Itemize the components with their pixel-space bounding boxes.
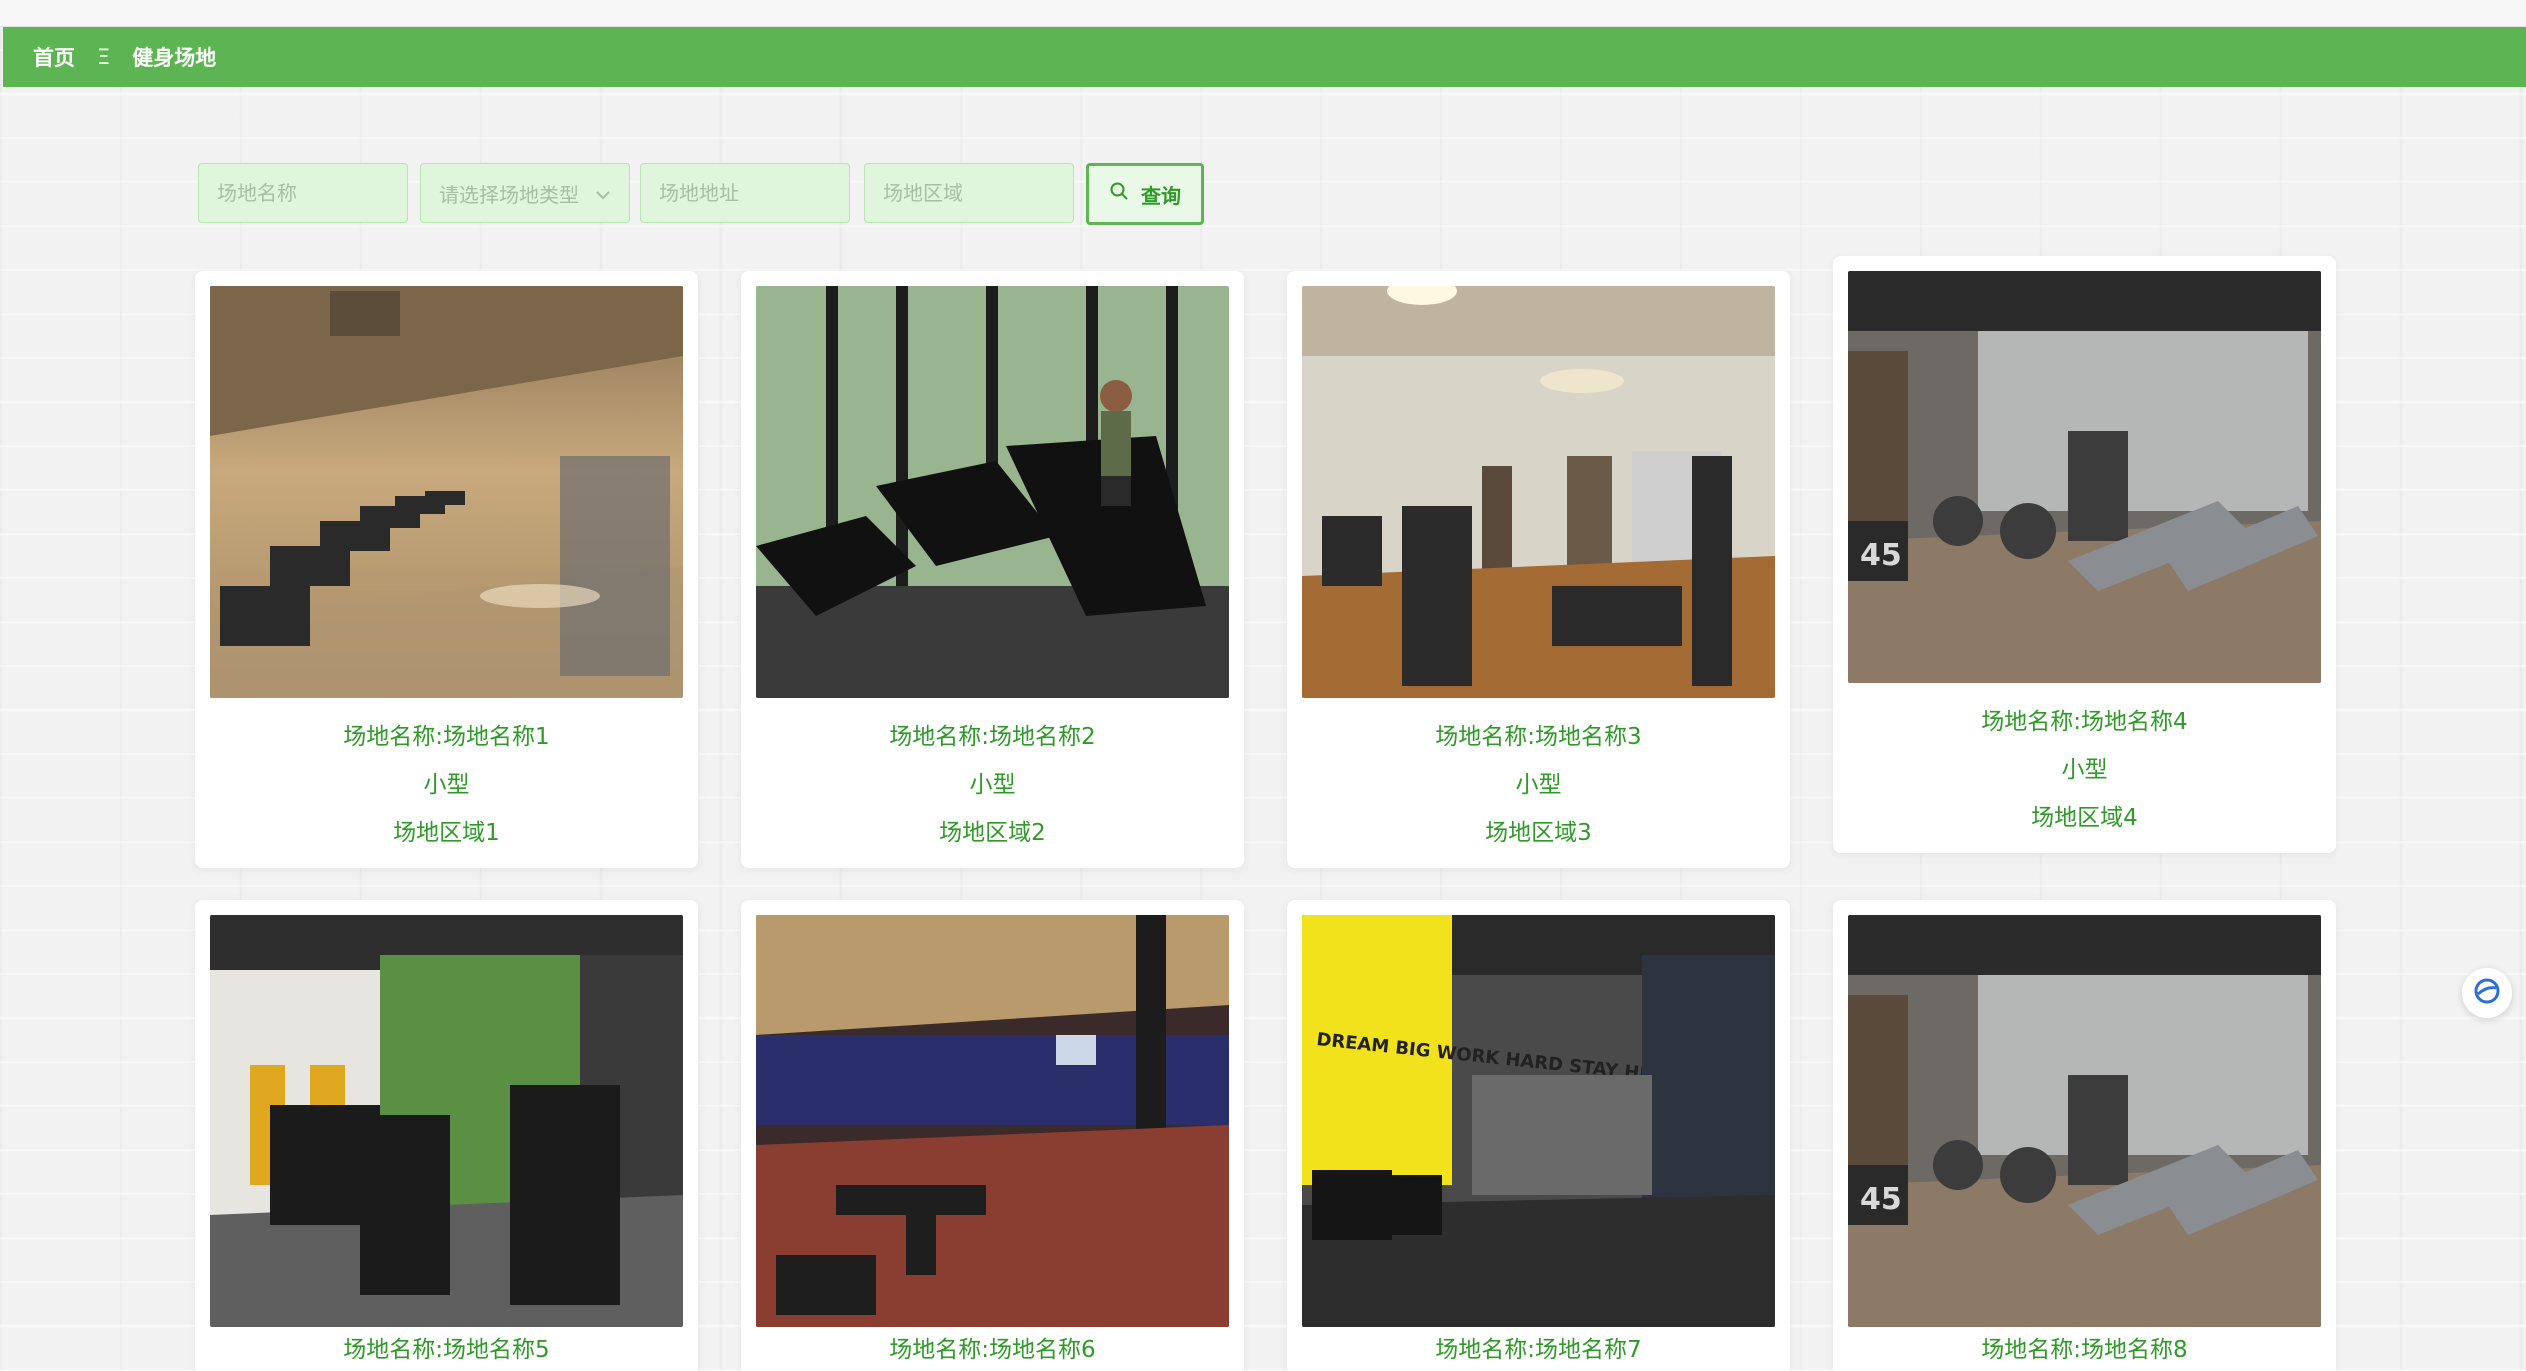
venue-card[interactable]: 场地名称:场地名称5 (195, 900, 698, 1371)
venue-card[interactable]: 场地名称:场地名称3 小型 场地区域3 (1287, 271, 1790, 868)
plate-number-text: 45 (1860, 1182, 1902, 1217)
venue-type: 小型 (1515, 772, 1562, 798)
search-icon (1109, 181, 1129, 207)
venue-photo[interactable] (210, 286, 683, 698)
venue-photo[interactable] (756, 286, 1229, 698)
venue-photo[interactable] (756, 915, 1229, 1327)
nav-separator-icon: Ξ (97, 45, 111, 69)
venue-card[interactable]: 45 场地名称:场地名称8 (1833, 900, 2336, 1371)
venue-area: 场地区域4 (2031, 805, 2138, 831)
venue-address-input[interactable] (640, 163, 850, 223)
venue-name[interactable]: 场地名称:场地名称7 (1287, 1330, 1790, 1364)
venue-name[interactable]: 场地名称:场地名称6 (741, 1330, 1244, 1364)
venue-photo[interactable] (210, 915, 683, 1327)
venue-name[interactable]: 场地名称:场地名称5 (195, 1330, 698, 1364)
venue-name[interactable]: 场地名称:场地名称3 (1287, 717, 1790, 751)
venue-area: 场地区域3 (1485, 820, 1592, 846)
chevron-down-icon (595, 181, 611, 205)
venue-name[interactable]: 场地名称:场地名称4 (1833, 702, 2336, 736)
floating-assistant-button[interactable] (2462, 968, 2512, 1018)
venue-area: 场地区域2 (939, 820, 1046, 846)
venue-photo[interactable]: 45 (1848, 915, 2321, 1327)
assistant-icon (2472, 976, 2502, 1010)
browser-top-strip (0, 0, 2526, 27)
venue-photo[interactable]: 45 (1848, 271, 2321, 683)
venue-type: 小型 (2061, 757, 2108, 783)
nav-home-link[interactable]: 首页 (33, 42, 75, 72)
venue-card[interactable]: 场地名称:场地名称2 小型 场地区域2 (741, 271, 1244, 868)
venue-type-placeholder: 请选择场地类型 (439, 182, 579, 207)
venue-photo[interactable] (1302, 286, 1775, 698)
venue-name[interactable]: 场地名称:场地名称1 (195, 717, 698, 751)
venue-card[interactable]: 场地名称:场地名称6 (741, 900, 1244, 1371)
venue-type: 小型 (969, 772, 1016, 798)
venue-card[interactable]: DREAM BIG WORK HARD STAY HUMBLE 场地名称:场地名… (1287, 900, 1790, 1371)
venue-area: 场地区域1 (393, 820, 500, 846)
plate-number-text: 45 (1860, 538, 1902, 573)
venue-name-input[interactable] (198, 163, 408, 223)
venue-card[interactable]: 45 场地名称:场地名称4 小型 场地区域4 (1833, 256, 2336, 853)
breadcrumb-navbar: 首页 Ξ 健身场地 (3, 27, 2526, 87)
venue-name[interactable]: 场地名称:场地名称2 (741, 717, 1244, 751)
venue-type: 小型 (423, 772, 470, 798)
venue-area-input[interactable] (864, 163, 1074, 223)
venue-photo[interactable]: DREAM BIG WORK HARD STAY HUMBLE (1302, 915, 1775, 1327)
venue-name[interactable]: 场地名称:场地名称8 (1833, 1330, 2336, 1364)
venue-card[interactable]: 场地名称:场地名称1 小型 场地区域1 (195, 271, 698, 868)
search-button-label: 查询 (1141, 183, 1181, 208)
search-button[interactable]: 查询 (1086, 163, 1204, 225)
venue-type-select[interactable]: 请选择场地类型 (420, 163, 630, 223)
nav-current-page[interactable]: 健身场地 (132, 42, 216, 72)
